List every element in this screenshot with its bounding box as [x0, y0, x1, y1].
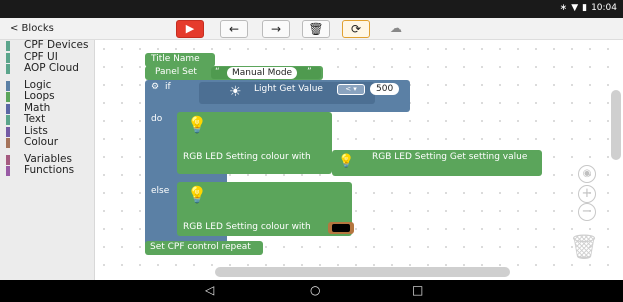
category-color-bar [6, 64, 10, 74]
category-label: Logic [24, 78, 52, 91]
category-list: CPF Devices CPF UI AOP Cloud Logic Loops Math… [0, 39, 94, 177]
panel-set-block[interactable]: Panel Set “ Manual Mode ” [145, 66, 323, 80]
category-color-bar [6, 80, 10, 91]
plus-icon: + [581, 186, 593, 201]
toolbar: < Blocks ▶ ← → 🗑 ⟳ ☁ [0, 18, 623, 40]
android-navigation-bar: ◁ ○ □ [0, 280, 623, 302]
cloud-icon: ☁ [390, 21, 402, 35]
category-label: Variables [24, 152, 72, 165]
arrow-right-icon: → [270, 22, 282, 36]
redo-button[interactable]: → [262, 20, 290, 38]
home-icon[interactable]: ○ [310, 283, 320, 297]
light-get-value-label: Light Get Value [254, 84, 323, 94]
zoom-in-button[interactable]: + [578, 185, 596, 203]
run-button[interactable]: ▶ [176, 20, 204, 38]
trash-icon: 🗑 [308, 22, 324, 36]
rgb-get-setting-value-label: RGB LED Setting Get setting value [372, 152, 528, 162]
undo-button[interactable]: ← [220, 20, 248, 38]
panel-value-text[interactable]: Manual Mode [227, 67, 298, 79]
panel-set-label: Panel Set [155, 67, 197, 77]
rgb-led-setting-else-block[interactable]: 💡 RGB LED Setting colour with [177, 182, 352, 236]
category-color-bar [6, 138, 10, 148]
cloud-upload-button[interactable]: ☁ [382, 20, 410, 38]
blocks-sidebar: CPF Devices CPF UI AOP Cloud Logic Loops Math… [0, 39, 95, 280]
rgb-led-setting-else-label: RGB LED Setting colour with [183, 222, 311, 232]
category-label: Loops [24, 90, 55, 102]
blocks-workspace[interactable]: Title Name Panel Set “ Manual Mode ” ⚙ i… [95, 40, 623, 280]
category-color-bar [6, 52, 10, 63]
status-time: 10:04 [591, 3, 617, 13]
rgb-led-small-icon: 💡 [338, 154, 355, 169]
quote-close-icon: ” [307, 67, 312, 77]
category-math[interactable]: Math [0, 101, 94, 115]
zoom-out-button[interactable]: − [578, 203, 596, 221]
back-icon[interactable]: ◁ [205, 283, 214, 297]
vertical-scrollbar[interactable] [611, 90, 621, 160]
category-color-bar [6, 126, 10, 137]
rgb-led-setting-label: RGB LED Setting colour with [183, 152, 311, 162]
compare-condition-block[interactable]: ☀ Light Get Value < ▾ 500 [195, 80, 410, 112]
minus-icon: − [581, 204, 593, 219]
bluetooth-icon: ∗ [559, 3, 568, 13]
set-repeat-label: Set CPF control repeat [150, 242, 251, 252]
else-label: else [151, 186, 170, 196]
threshold-number[interactable]: 500 [370, 83, 400, 95]
horizontal-scrollbar[interactable] [215, 267, 510, 277]
title-name-block[interactable]: Title Name [145, 53, 215, 67]
category-label: Colour [24, 136, 59, 148]
light-sensor-icon: ☀ [229, 84, 242, 100]
rgb-led-icon: 💡 [187, 185, 207, 204]
recenter-button[interactable]: ◉ [578, 165, 596, 183]
trash-can-icon[interactable]: 🗑 [569, 233, 599, 261]
rgb-get-setting-value-block[interactable]: 💡 RGB LED Setting Get setting value [332, 150, 542, 176]
category-color-bar [6, 41, 10, 51]
colour-swatch[interactable] [332, 224, 350, 232]
category-color-bar [6, 103, 10, 114]
title-name-label: Title Name [151, 54, 200, 64]
wifi-icon: ▼ [571, 3, 579, 13]
status-bar: ∗ ▼ ▮ 10:04 [0, 0, 623, 18]
sync-icon: ⟳ [350, 22, 362, 36]
category-color-bar [6, 92, 10, 102]
category-colour[interactable]: Colour [0, 136, 94, 149]
quote-open-icon: “ [215, 67, 220, 77]
delete-button[interactable]: 🗑 [302, 20, 330, 38]
category-color-bar [6, 115, 10, 125]
category-label: CPF UI [24, 50, 58, 63]
status-icons: ∗ ▼ ▮ 10:04 [560, 3, 617, 13]
category-label: Text [24, 113, 46, 125]
rgb-led-icon: 💡 [187, 115, 207, 134]
gear-icon: ⚙ [151, 82, 160, 92]
if-label: if [165, 82, 171, 92]
category-color-bar [6, 154, 10, 165]
text-value-block[interactable]: “ Manual Mode ” [211, 67, 321, 79]
set-cpf-control-repeat-block[interactable]: Set CPF control repeat [145, 241, 263, 255]
play-icon: ▶ [185, 22, 195, 35]
rgb-led-setting-block[interactable]: 💡 RGB LED Setting colour with [177, 112, 332, 174]
sync-button[interactable]: ⟳ [342, 20, 370, 38]
target-icon: ◉ [582, 168, 592, 179]
category-color-bar [6, 166, 10, 176]
recents-icon[interactable]: □ [412, 283, 423, 297]
do-label: do [151, 114, 163, 124]
category-aop-cloud[interactable]: AOP Cloud [0, 62, 94, 75]
category-label: Math [24, 101, 51, 114]
back-to-blocks-link[interactable]: < Blocks [10, 23, 54, 34]
battery-icon: ▮ [582, 3, 588, 13]
colour-picker-block[interactable] [328, 222, 354, 234]
arrow-left-icon: ← [228, 22, 240, 36]
compare-operator-dropdown[interactable]: < ▾ [337, 84, 365, 95]
category-label: Lists [24, 124, 48, 137]
category-label: Functions [24, 164, 75, 176]
category-label: CPF Devices [24, 39, 89, 51]
category-functions[interactable]: Functions [0, 164, 94, 177]
category-label: AOP Cloud [24, 62, 79, 74]
